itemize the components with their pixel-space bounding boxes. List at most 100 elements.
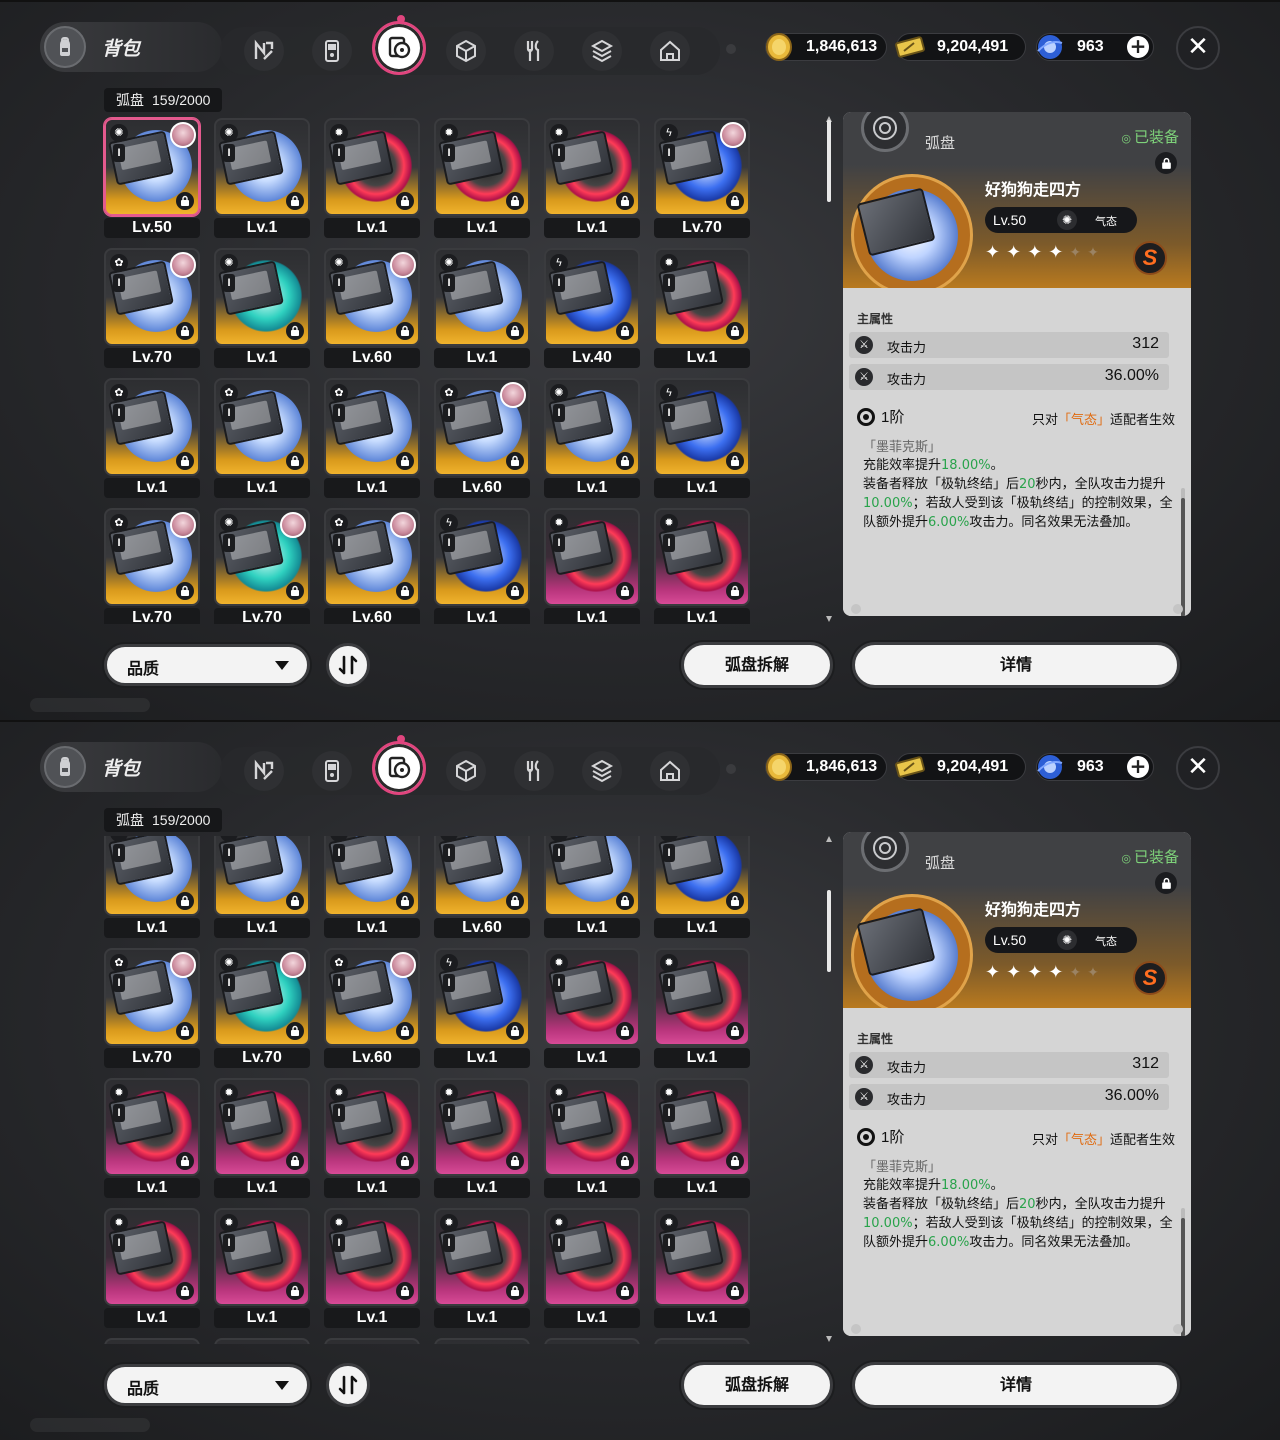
lock-toggle-icon[interactable]: [1155, 152, 1177, 174]
disc-item[interactable]: ✺ILv.1: [432, 246, 532, 370]
disc-card[interactable]: ✿I: [324, 508, 420, 606]
lock-icon[interactable]: [506, 1152, 524, 1170]
disc-item[interactable]: ✹ I Lv.1: [102, 1076, 202, 1200]
lock-icon[interactable]: [506, 322, 524, 340]
tab-materials[interactable]: [582, 31, 622, 71]
disc-item[interactable]: ✹I: [212, 1336, 312, 1344]
disc-item[interactable]: ✹ I Lv.1: [212, 1076, 312, 1200]
lock-icon[interactable]: [616, 192, 634, 210]
disc-card[interactable]: ✺I: [544, 378, 640, 476]
tab-home[interactable]: [650, 31, 690, 71]
disc-item[interactable]: ϟILv.1: [652, 376, 752, 500]
disc-item[interactable]: ✹ I Lv.1: [212, 1206, 312, 1330]
disc-card[interactable]: ✿I: [104, 248, 200, 346]
disc-card[interactable]: ✹I: [434, 1078, 530, 1176]
disc-item[interactable]: ✹ I Lv.1: [322, 1206, 422, 1330]
disc-item[interactable]: ✿ILv.1: [102, 376, 202, 500]
disc-item[interactable]: ✿ I Lv.70: [102, 246, 202, 370]
sort-order-button[interactable]: [326, 1363, 370, 1407]
disc-card[interactable]: ✿I: [104, 378, 200, 476]
disc-item[interactable]: ✿ILv.1: [322, 836, 422, 940]
lock-icon[interactable]: [396, 1282, 414, 1300]
disc-item[interactable]: ✺ I Lv.70: [212, 946, 312, 1070]
detail-scrollbar[interactable]: [1181, 488, 1185, 616]
disc-card[interactable]: ✹I: [104, 1338, 200, 1344]
quality-filter-dropdown[interactable]: 品质: [104, 644, 310, 686]
disc-item[interactable]: ✿ILv.60: [432, 376, 532, 500]
disc-item[interactable]: ✹ I Lv.1: [542, 1076, 642, 1200]
disc-card[interactable]: ✺I: [544, 836, 640, 916]
disc-item[interactable]: ✹ I Lv.1: [652, 1206, 752, 1330]
disc-card[interactable]: ✹I: [214, 1338, 310, 1344]
lock-icon[interactable]: [176, 1022, 194, 1040]
disc-item[interactable]: ✹ I Lv.1: [432, 116, 532, 240]
lock-icon[interactable]: [726, 322, 744, 340]
disc-card[interactable]: ✿I: [324, 836, 420, 916]
disc-card[interactable]: ✺I: [434, 1338, 530, 1344]
lock-icon[interactable]: [506, 452, 524, 470]
lock-toggle-icon[interactable]: [1155, 872, 1177, 894]
details-button[interactable]: 详情: [852, 1362, 1180, 1408]
lock-icon[interactable]: [506, 1282, 524, 1300]
lock-icon[interactable]: [506, 192, 524, 210]
disc-item[interactable]: ✺ I Lv.70: [212, 506, 312, 624]
lock-icon[interactable]: [286, 582, 304, 600]
disc-card[interactable]: ✺I: [104, 118, 200, 216]
disc-item[interactable]: ✿ILv.1: [212, 376, 312, 500]
disc-item[interactable]: ✿ILv.1: [322, 376, 422, 500]
tab-cube[interactable]: [446, 31, 486, 71]
lock-icon[interactable]: [506, 892, 524, 910]
disc-card[interactable]: ✿I: [654, 1338, 750, 1344]
lock-icon[interactable]: [176, 322, 194, 340]
dismantle-button[interactable]: 弧盘拆解: [681, 1362, 833, 1408]
lock-icon[interactable]: [286, 1282, 304, 1300]
disc-card[interactable]: ϟI: [434, 508, 530, 606]
disc-card[interactable]: ✿I: [324, 378, 420, 476]
disc-item[interactable]: ✺I: [542, 1336, 642, 1344]
disc-card[interactable]: ✹I: [434, 118, 530, 216]
scroll-down-arrow-icon[interactable]: [826, 1336, 832, 1342]
disc-item[interactable]: ✺ I Lv.60: [322, 246, 422, 370]
disc-item[interactable]: ✹ I Lv.1: [542, 946, 642, 1070]
disc-card[interactable]: ✹I: [544, 1208, 640, 1306]
lock-icon[interactable]: [616, 322, 634, 340]
disc-item[interactable]: ϟ I Lv.40: [542, 246, 642, 370]
disc-item[interactable]: ✺ILv.1: [542, 376, 642, 500]
sort-order-button[interactable]: [326, 643, 370, 687]
details-button[interactable]: 详情: [852, 642, 1180, 688]
lock-icon[interactable]: [286, 322, 304, 340]
disc-card[interactable]: ✺I: [324, 248, 420, 346]
disc-item[interactable]: ✹ I Lv.1: [652, 1076, 752, 1200]
lock-icon[interactable]: [726, 1282, 744, 1300]
close-button[interactable]: ✕: [1176, 26, 1220, 70]
disc-card[interactable]: ✺I: [214, 118, 310, 216]
disc-item[interactable]: ϟ I Lv.70: [652, 116, 752, 240]
disc-card[interactable]: ✹I: [104, 1078, 200, 1176]
lock-icon[interactable]: [396, 1022, 414, 1040]
grid-scrollbar[interactable]: [826, 116, 832, 622]
lock-icon[interactable]: [286, 892, 304, 910]
disc-item[interactable]: ϟILv.1: [432, 506, 532, 624]
disc-card[interactable]: ✹I: [324, 1338, 420, 1344]
disc-card[interactable]: ✹I: [544, 948, 640, 1046]
tab-agent[interactable]: [244, 31, 284, 71]
lock-icon[interactable]: [616, 892, 634, 910]
lock-icon[interactable]: [726, 582, 744, 600]
lock-icon[interactable]: [726, 1022, 744, 1040]
tab-food[interactable]: [514, 31, 554, 71]
disc-item[interactable]: ✹ I Lv.1: [542, 1206, 642, 1330]
lock-icon[interactable]: [726, 192, 744, 210]
lock-icon[interactable]: [286, 452, 304, 470]
disc-card[interactable]: ✹I: [654, 508, 750, 606]
disc-card[interactable]: ✹I: [214, 1078, 310, 1176]
add-orb-button[interactable]: +: [1127, 36, 1149, 58]
disc-card[interactable]: ✹I: [434, 1208, 530, 1306]
disc-card[interactable]: ✹I: [324, 1208, 420, 1306]
lock-icon[interactable]: [616, 452, 634, 470]
tab-materials[interactable]: [582, 751, 622, 791]
disc-item[interactable]: ϟILv.1: [652, 836, 752, 940]
lock-icon[interactable]: [176, 1152, 194, 1170]
disc-card[interactable]: ✹I: [324, 1078, 420, 1176]
disc-card[interactable]: ✹I: [544, 118, 640, 216]
disc-card[interactable]: ✿I: [214, 378, 310, 476]
